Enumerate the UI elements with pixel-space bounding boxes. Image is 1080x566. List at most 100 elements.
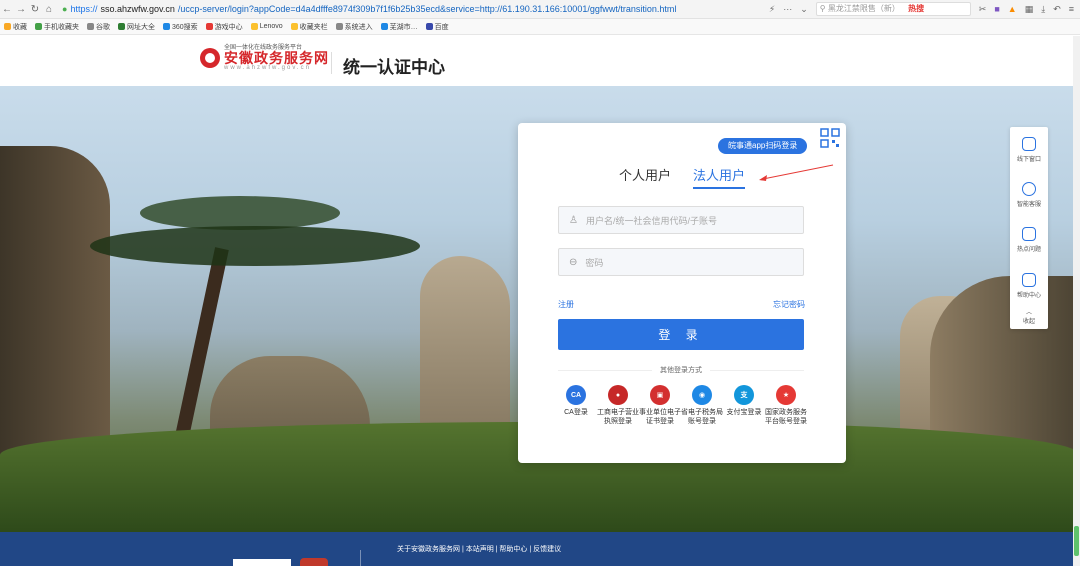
url-host: sso.ahzwfw.gov.cn xyxy=(100,4,175,14)
tab-personal-user[interactable]: 个人用户 xyxy=(619,165,671,189)
search-placeholder: 黑龙江禁限售（新） xyxy=(827,4,900,13)
side-item-smart-service[interactable]: 智能客服 xyxy=(1010,182,1048,208)
alipay-icon: 支 xyxy=(734,385,754,405)
forward-icon[interactable]: → xyxy=(14,4,28,15)
emblem-icon: ★ xyxy=(776,385,796,405)
forgot-password-link[interactable]: 忘记密码 xyxy=(773,299,805,310)
menu-icon[interactable]: ≡ xyxy=(1069,4,1074,14)
bookmark-item[interactable]: 手机收藏夹 xyxy=(35,22,79,32)
lock-icon: ⊖ xyxy=(569,256,578,268)
bookmark-item[interactable]: 网址大全 xyxy=(118,22,155,32)
logo-icon xyxy=(200,48,220,68)
side-item-label: 智能客服 xyxy=(1016,202,1041,208)
login-method-label: CA登录 xyxy=(564,409,588,416)
bookmarks-bar: 收藏 手机收藏夹 谷歌 网址大全 360搜索 游戏中心 Lenovo 收藏夹栏 … xyxy=(0,19,1080,35)
more-icon[interactable]: ··· xyxy=(783,4,792,14)
seal-icon: ● xyxy=(608,385,628,405)
site-footer: 关于安徽政务服务网 | 本站声明 | 帮助中心 | 反馈建议 xyxy=(0,532,1080,566)
flash-icon[interactable]: ⚡ xyxy=(769,4,775,15)
footer-links[interactable]: 关于安徽政务服务网 | 本站声明 | 帮助中心 | 反馈建议 xyxy=(397,544,561,554)
username-placeholder: 用户名/统一社会信用代码/子账号 xyxy=(585,215,717,226)
bookmark-item[interactable]: 谷歌 xyxy=(87,22,110,32)
help-icon xyxy=(1022,273,1036,287)
login-method-label: 事业单位电子证书登录 xyxy=(639,409,681,426)
side-item-label: 热点问题 xyxy=(1016,247,1041,253)
logo-main-text: 安徽政务服务网 xyxy=(224,50,329,66)
browser-search-input[interactable]: ⚲ 黑龙江禁限售（新） 热搜 xyxy=(815,2,971,16)
bookmark-item[interactable]: 系统进入 xyxy=(335,22,373,32)
site-logo[interactable]: 全国一体化在线政务服务平台 安徽政务服务网 www.ahzwfw.gov.cn xyxy=(200,45,329,71)
login-button[interactable]: 登 录 xyxy=(558,319,804,350)
scrollbar[interactable] xyxy=(1073,36,1080,566)
bookmark-item[interactable]: Lenovo xyxy=(250,23,283,30)
undo-icon[interactable]: ↶ xyxy=(1053,4,1061,15)
side-item-offline-window[interactable]: 线下窗口 xyxy=(1010,137,1048,163)
scrollbar-thumb[interactable] xyxy=(1074,526,1079,556)
login-method-label: 工商电子营业执照登录 xyxy=(597,409,639,426)
window-icon xyxy=(1022,137,1036,151)
other-login-divider: 其他登录方式 xyxy=(558,365,804,375)
back-icon[interactable]: ← xyxy=(0,4,14,15)
login-method-alipay[interactable]: 支 支付宝登录 xyxy=(724,385,764,427)
ext2-icon[interactable]: ▲ xyxy=(1008,4,1017,14)
download-icon[interactable]: ⤓ xyxy=(1041,4,1045,15)
user-icon: ♙ xyxy=(569,214,578,226)
other-login-methods: CA CA登录 ● 工商电子营业执照登录 ▣ 事业单位电子证书登录 ◉ 省电子税… xyxy=(556,385,807,427)
side-toolbar: 线下窗口 智能客服 热点问题 帮助中心 ︿ 收起 xyxy=(1010,127,1048,329)
ca-icon: CA xyxy=(566,385,586,405)
address-bar[interactable]: ● https://sso.ahzwfw.gov.cn/uccp-server/… xyxy=(62,4,676,14)
bookmark-item[interactable]: 芜湖市… xyxy=(380,22,418,32)
qr-login-tip[interactable]: 皖事通app扫码登录 xyxy=(718,138,808,154)
hot-label: 热搜 xyxy=(908,4,925,13)
login-method-national-platform[interactable]: ★ 国家政务服务平台账号登录 xyxy=(765,385,807,427)
url-path: /uccp-server/login?appCode=d4a4dfffe8974… xyxy=(177,4,677,14)
login-method-institution-cert[interactable]: ▣ 事业单位电子证书登录 xyxy=(639,385,681,427)
qr-code-icon[interactable] xyxy=(820,128,840,148)
footer-emblem-icon xyxy=(300,558,328,566)
login-method-business-license[interactable]: ● 工商电子营业执照登录 xyxy=(597,385,639,427)
side-item-label: 收起 xyxy=(1022,319,1035,325)
side-item-label: 线下窗口 xyxy=(1016,157,1041,163)
search-icon: ⚲ xyxy=(819,4,828,13)
tab-corporate-user[interactable]: 法人用户 xyxy=(693,165,746,189)
bookmark-item[interactable]: 收藏 xyxy=(4,22,27,32)
tax-icon: ◉ xyxy=(692,385,712,405)
chevron-up-icon: ︿ xyxy=(1025,310,1032,316)
building-icon: ▣ xyxy=(650,385,670,405)
password-input[interactable]: ⊖ 密码 xyxy=(558,248,804,276)
bookmark-item[interactable]: 收藏夹栏 xyxy=(290,22,328,32)
bookmark-item[interactable]: 游戏中心 xyxy=(205,22,243,32)
footer-divider xyxy=(360,550,361,566)
footer-badge xyxy=(233,559,291,566)
chat-icon xyxy=(1022,182,1036,196)
site-header: 全国一体化在线政务服务平台 安徽政务服务网 www.ahzwfw.gov.cn … xyxy=(0,36,1080,86)
lock-icon: ● xyxy=(62,4,68,14)
login-method-ca[interactable]: CA CA登录 xyxy=(556,385,596,427)
side-item-label: 帮助中心 xyxy=(1016,293,1041,299)
login-method-label: 省电子税务局账号登录 xyxy=(681,409,723,426)
login-method-label: 支付宝登录 xyxy=(726,409,762,416)
login-method-tax-account[interactable]: ◉ 省电子税务局账号登录 xyxy=(681,385,723,427)
browser-toolbar: ← → ↻ ⌂ ● https://sso.ahzwfw.gov.cn/uccp… xyxy=(0,0,1080,19)
pine-canopy xyxy=(140,196,340,230)
chevron-down-icon[interactable]: ⌄ xyxy=(800,4,808,15)
reload-icon[interactable]: ↻ xyxy=(28,4,42,15)
other-login-label: 其他登录方式 xyxy=(660,367,702,374)
side-item-help-center[interactable]: 帮助中心 xyxy=(1010,273,1048,299)
apps-icon[interactable]: ▦ xyxy=(1025,4,1034,15)
question-icon xyxy=(1022,227,1036,241)
username-input[interactable]: ♙ 用户名/统一社会信用代码/子账号 xyxy=(558,206,804,234)
login-method-label: 国家政务服务平台账号登录 xyxy=(765,409,807,426)
extension-icon[interactable]: ■ xyxy=(994,4,999,14)
page-title: 统一认证中心 xyxy=(343,58,445,77)
scissors-icon[interactable]: ✂ xyxy=(979,4,987,15)
url-protocol: https:// xyxy=(70,4,98,14)
register-link[interactable]: 注册 xyxy=(558,299,574,310)
bookmark-item[interactable]: 360搜索 xyxy=(163,22,198,32)
password-placeholder: 密码 xyxy=(585,257,604,268)
header-divider xyxy=(331,52,332,74)
side-item-hot-questions[interactable]: 热点问题 xyxy=(1010,227,1048,253)
home-icon[interactable]: ⌂ xyxy=(42,4,56,15)
bookmark-item[interactable]: 百度 xyxy=(425,22,449,32)
side-item-collapse[interactable]: ︿ 收起 xyxy=(1010,307,1048,325)
